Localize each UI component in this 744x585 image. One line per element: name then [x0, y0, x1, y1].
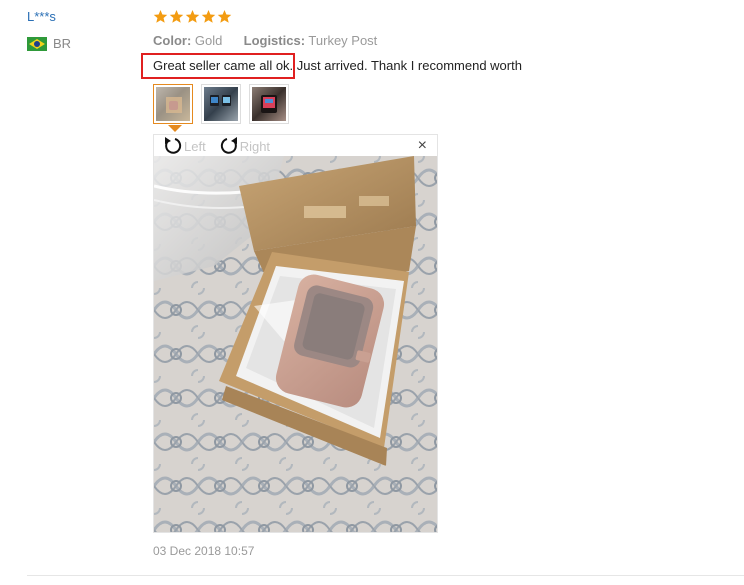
- star-icon: [185, 9, 200, 23]
- review-text: Great seller came all ok. Just arrived. …: [153, 58, 522, 73]
- rotate-left-button[interactable]: Left: [162, 136, 206, 156]
- viewer-toolbar: Left Right ×: [154, 135, 437, 157]
- review-thumbnails: [153, 84, 289, 124]
- active-thumbnail-caret: [168, 125, 182, 132]
- rotate-left-label: Left: [184, 138, 206, 154]
- star-icon: [169, 9, 184, 23]
- country-code: BR: [53, 36, 72, 51]
- star-icon: [201, 9, 216, 23]
- order-attributes: Color: Gold Logistics: Turkey Post: [153, 33, 377, 48]
- reviewer-country: BR: [27, 36, 71, 51]
- logistics-value: Turkey Post: [308, 33, 378, 48]
- review-thumbnail[interactable]: [201, 84, 241, 124]
- brazil-flag-icon: [27, 36, 47, 51]
- rotate-right-label: Right: [239, 138, 271, 154]
- star-rating: [153, 9, 232, 24]
- rotate-left-icon: [165, 137, 182, 154]
- review-thumbnail[interactable]: [249, 84, 289, 124]
- rotate-right-button[interactable]: Right: [218, 136, 270, 156]
- color-label: Color:: [153, 33, 192, 48]
- image-viewer: Left Right ×: [153, 134, 438, 533]
- close-icon[interactable]: ×: [418, 138, 427, 154]
- review-thumbnail[interactable]: [153, 84, 193, 124]
- review-timestamp: 03 Dec 2018 10:57: [153, 544, 255, 558]
- star-icon: [153, 9, 168, 23]
- logistics-label: Logistics:: [243, 33, 306, 48]
- color-value: Gold: [194, 33, 223, 48]
- reviewer-name[interactable]: L***s: [27, 9, 56, 24]
- divider: [27, 575, 744, 576]
- star-icon: [217, 9, 232, 23]
- review-photo: [154, 156, 437, 532]
- rotate-right-icon: [220, 137, 237, 154]
